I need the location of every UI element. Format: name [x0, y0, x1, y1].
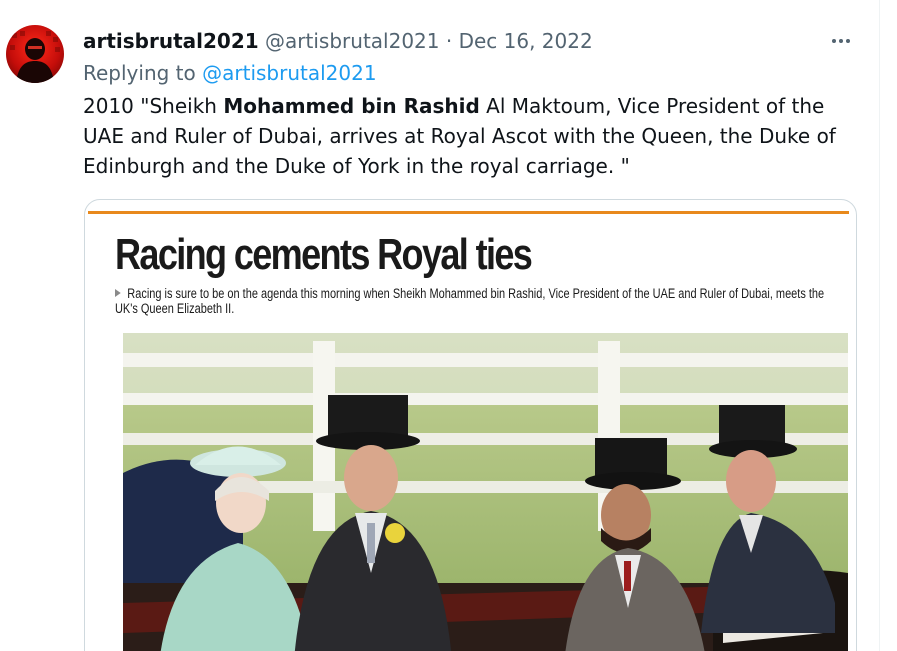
- media-image[interactable]: Racing cements Royal ties Racing is sure…: [84, 199, 857, 651]
- clipping-caption-text: Racing is sure to be on the agenda this …: [115, 286, 825, 316]
- more-horizontal-icon: [846, 39, 850, 43]
- separator-dot: ·: [445, 29, 453, 53]
- tweet-article[interactable]: artisbrutal2021 @artisbrutal2021 · Dec 1…: [0, 0, 880, 651]
- tweet-text: 2010 "Sheikh Mohammed bin Rashid Al Makt…: [83, 91, 863, 181]
- tweet-header: artisbrutal2021 @artisbrutal2021 · Dec 1…: [83, 28, 593, 54]
- tweet-date[interactable]: Dec 16, 2022: [459, 29, 593, 53]
- tweet-text-bold: Mohammed bin Rashid: [223, 94, 480, 118]
- display-name[interactable]: artisbrutal2021: [83, 29, 259, 53]
- replying-to: Replying to @artisbrutal2021: [83, 60, 377, 86]
- more-horizontal-icon: [832, 39, 836, 43]
- avatar[interactable]: [6, 25, 64, 83]
- clipping-caption: Racing is sure to be on the agenda this …: [115, 286, 845, 316]
- clipping-rule: [88, 211, 849, 214]
- clipping-headline: Racing cements Royal ties: [115, 230, 533, 279]
- tweet-text-part: 2010 "Sheikh: [83, 94, 224, 118]
- more-horizontal-icon: [839, 39, 843, 43]
- replying-prefix: Replying to: [83, 61, 196, 85]
- replying-handle-link[interactable]: @artisbrutal2021: [202, 61, 376, 85]
- avatar-image: [10, 31, 60, 83]
- user-handle[interactable]: @artisbrutal2021: [265, 29, 439, 53]
- more-options-button[interactable]: [826, 28, 856, 54]
- royal-carriage-photo: [123, 333, 848, 651]
- caption-arrow-icon: [115, 289, 121, 297]
- clipping-photo: [123, 333, 848, 651]
